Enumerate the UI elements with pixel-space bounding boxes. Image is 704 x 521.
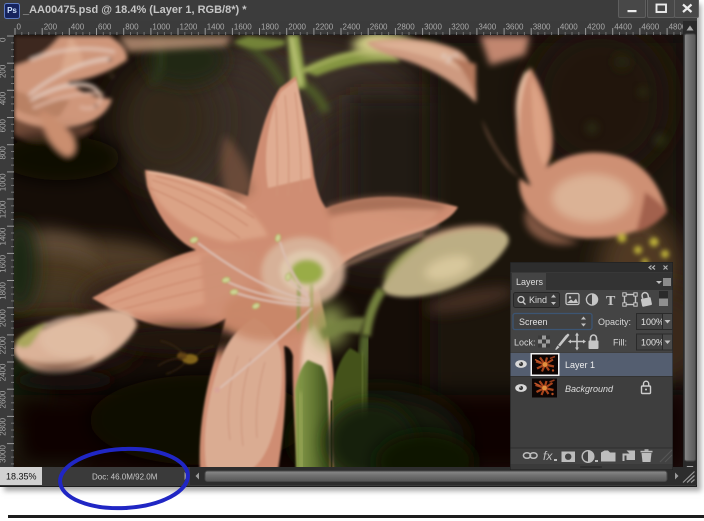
- svg-text:4800: 4800: [669, 23, 684, 32]
- svg-text:2000: 2000: [0, 309, 8, 327]
- svg-text:2800: 2800: [397, 23, 415, 32]
- svg-text:2800: 2800: [0, 417, 8, 435]
- svg-text:3400: 3400: [478, 23, 496, 32]
- svg-text:2600: 2600: [370, 23, 388, 32]
- svg-text:800: 800: [125, 23, 139, 32]
- svg-text:2600: 2600: [0, 390, 8, 408]
- svg-text:3200: 3200: [451, 23, 469, 32]
- svg-text:3000: 3000: [0, 445, 8, 463]
- svg-text:0: 0: [17, 23, 22, 32]
- svg-text:1600: 1600: [0, 254, 8, 272]
- svg-text:Fill:: Fill:: [613, 338, 627, 348]
- svg-text:1200: 1200: [180, 23, 198, 32]
- svg-text:400: 400: [71, 23, 85, 32]
- svg-text:T: T: [606, 294, 616, 309]
- svg-text:fx: fx: [543, 449, 553, 463]
- svg-text:4200: 4200: [587, 23, 605, 32]
- svg-text:2400: 2400: [343, 23, 361, 32]
- svg-text:1800: 1800: [0, 281, 8, 299]
- svg-text:200: 200: [0, 64, 8, 78]
- svg-text:1000: 1000: [152, 23, 170, 32]
- svg-text:100%: 100%: [641, 338, 664, 348]
- svg-text:2400: 2400: [0, 363, 8, 381]
- svg-text:600: 600: [98, 23, 112, 32]
- svg-text:4400: 4400: [614, 23, 632, 32]
- svg-text:Layer 1: Layer 1: [565, 360, 595, 370]
- svg-text:200: 200: [44, 23, 58, 32]
- svg-text:1400: 1400: [0, 227, 8, 245]
- svg-text:1400: 1400: [207, 23, 225, 32]
- svg-text:3600: 3600: [506, 23, 524, 32]
- svg-text:400: 400: [0, 91, 8, 105]
- svg-text:600: 600: [0, 118, 8, 132]
- svg-text:1000: 1000: [0, 173, 8, 191]
- svg-text:Screen: Screen: [519, 317, 548, 327]
- svg-text:18.35%: 18.35%: [6, 472, 37, 482]
- svg-text:2200: 2200: [315, 23, 333, 32]
- svg-text:3000: 3000: [424, 23, 442, 32]
- svg-text:1200: 1200: [0, 200, 8, 218]
- svg-text:4600: 4600: [641, 23, 659, 32]
- svg-text:2000: 2000: [288, 23, 306, 32]
- svg-text:1600: 1600: [234, 23, 252, 32]
- svg-text:3800: 3800: [533, 23, 551, 32]
- svg-text:4000: 4000: [560, 23, 578, 32]
- svg-text:800: 800: [0, 146, 8, 160]
- svg-text:Background: Background: [565, 384, 614, 394]
- svg-text:100%: 100%: [641, 317, 664, 327]
- svg-text:0: 0: [0, 37, 8, 42]
- svg-text:Layers: Layers: [516, 277, 544, 287]
- svg-text:2200: 2200: [0, 336, 8, 354]
- svg-text:1800: 1800: [261, 23, 279, 32]
- svg-text:Opacity:: Opacity:: [598, 317, 631, 327]
- svg-text:Kind: Kind: [529, 295, 547, 305]
- svg-text:Lock:: Lock:: [514, 338, 536, 348]
